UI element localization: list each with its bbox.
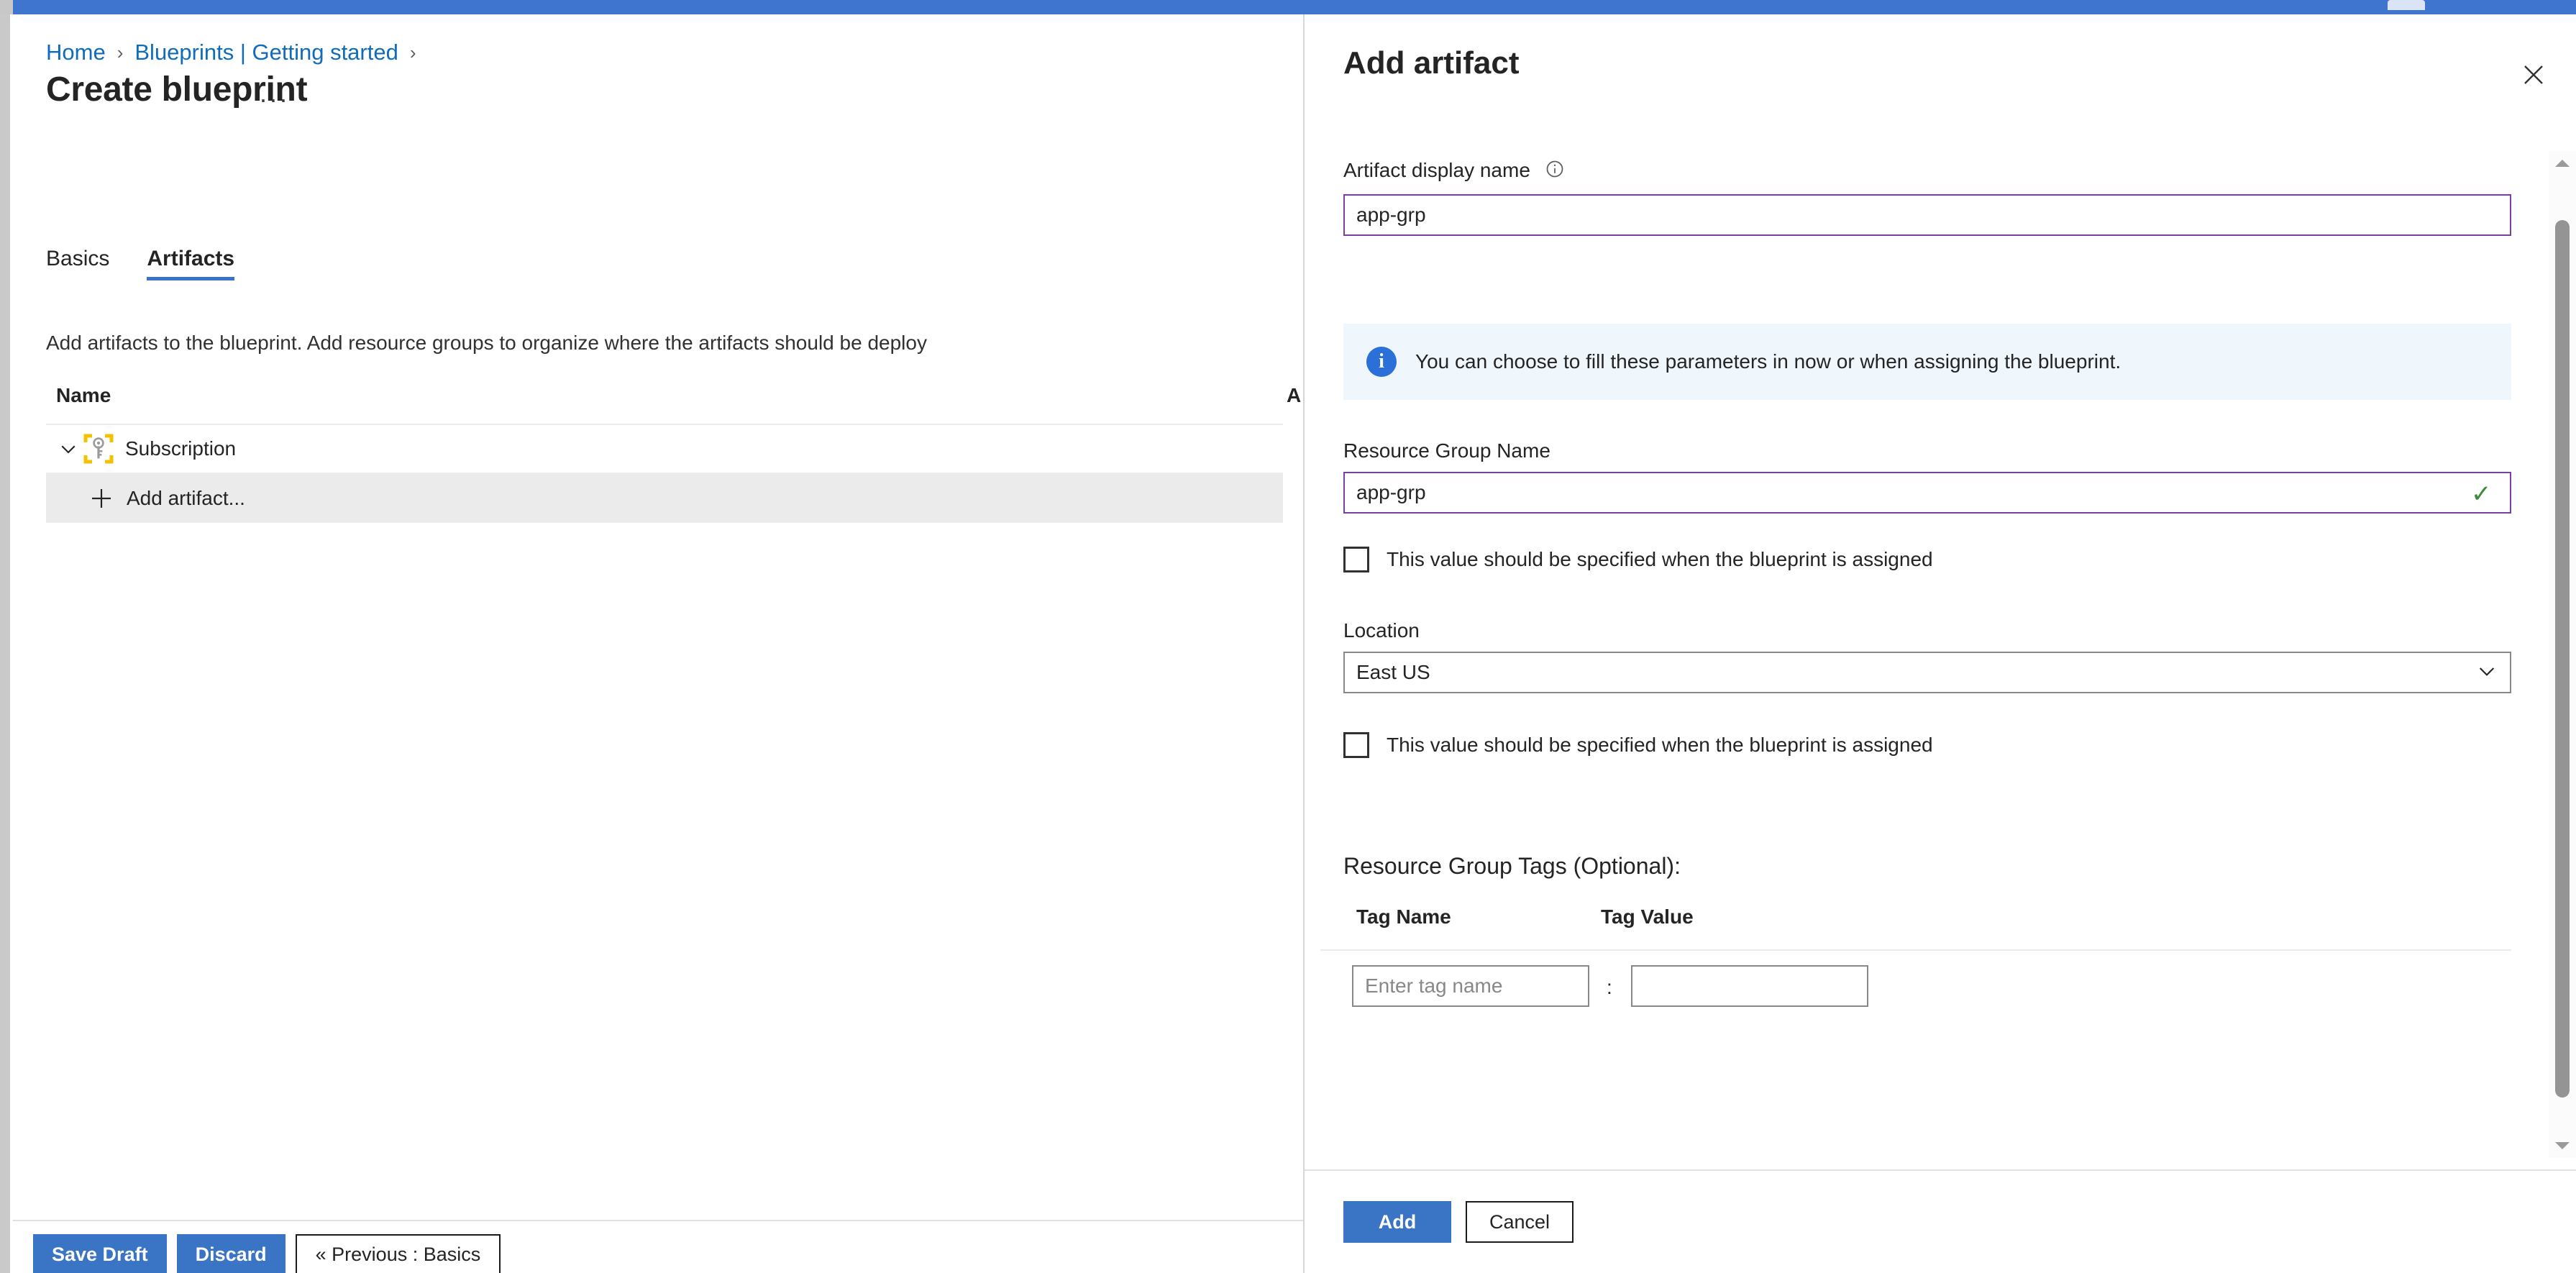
scrollbar-thumb[interactable] (2555, 220, 2570, 1098)
discard-button[interactable]: Discard (176, 1234, 286, 1273)
breadcrumb-separator-icon: › (117, 42, 124, 63)
breadcrumb: Home › Blueprints | Getting started › (46, 40, 428, 65)
tag-value-column-header: Tag Value (1601, 905, 1694, 928)
subscription-key-icon (83, 434, 114, 464)
breadcrumb-separator-icon: › (409, 42, 416, 63)
info-icon: i (1366, 347, 1397, 377)
location-selected-value: East US (1356, 661, 1430, 683)
parameters-info-banner: i You can choose to fill these parameter… (1343, 324, 2511, 400)
browser-tab[interactable] (2388, 0, 2425, 10)
main-content: Home › Blueprints | Getting started › Cr… (13, 14, 1303, 1273)
column-header-artifact-type: A (1287, 384, 1302, 406)
assign-later-checkbox-label-1: This value should be specified when the … (1387, 548, 1933, 570)
panel-title: Add artifact (1343, 45, 1520, 81)
info-banner-text: You can choose to fill these parameters … (1415, 350, 2121, 373)
table-row[interactable]: Subscription (46, 425, 1283, 474)
artifacts-description: Add artifacts to the blueprint. Add reso… (46, 332, 927, 354)
panel-footer: Add Cancel (1305, 1169, 2576, 1273)
tab-basics-label: Basics (46, 247, 110, 270)
chevron-down-icon[interactable] (56, 437, 81, 461)
tab-artifacts-label: Artifacts (147, 247, 235, 270)
breadcrumb-item-blueprints[interactable]: Blueprints | Getting started (134, 40, 398, 65)
panel-scrollbar[interactable] (2549, 151, 2576, 1158)
breadcrumb-item-home[interactable]: Home (46, 40, 106, 65)
table-row-label: Subscription (125, 437, 237, 460)
app-root: Home › Blueprints | Getting started › Cr… (0, 0, 2576, 1273)
tab-basics[interactable]: Basics (46, 246, 109, 285)
location-label: Location (1343, 619, 1420, 642)
browser-top-bar (0, 0, 2576, 14)
tag-name-column-header: Tag Name (1356, 905, 1451, 928)
tab-artifacts[interactable]: Artifacts (147, 246, 234, 285)
more-actions-button[interactable]: ··· (259, 86, 289, 112)
assign-later-checkbox-row-1[interactable]: This value should be specified when the … (1343, 547, 1933, 572)
add-artifact-row[interactable]: Add artifact... (46, 474, 1283, 523)
tag-value-input[interactable] (1631, 965, 1868, 1007)
add-artifact-label: Add artifact... (127, 487, 245, 509)
scroll-up-arrow-icon[interactable] (2549, 151, 2576, 175)
close-icon[interactable] (2515, 56, 2552, 93)
info-icon[interactable] (1545, 159, 1565, 179)
save-draft-button[interactable]: Save Draft (33, 1234, 167, 1273)
column-header-name: Name (56, 384, 111, 406)
checkbox-icon[interactable] (1343, 547, 1369, 572)
assign-later-checkbox-row-2[interactable]: This value should be specified when the … (1343, 732, 1933, 758)
tab-list: Basics Artifacts (46, 246, 272, 285)
scroll-down-arrow-icon[interactable] (2549, 1133, 2576, 1158)
tag-name-input[interactable] (1352, 965, 1589, 1007)
chevron-down-icon (2475, 660, 2498, 686)
add-artifact-panel: Add artifact Artifact display name app-g… (1303, 14, 2576, 1273)
artifacts-table: Name A Subscription Add artifact... (46, 378, 1301, 523)
resource-group-name-input[interactable] (1343, 472, 2511, 514)
tag-table-divider (1320, 949, 2511, 951)
checkbox-icon[interactable] (1343, 732, 1369, 758)
assign-later-checkbox-label-2: This value should be specified when the … (1387, 734, 1933, 756)
main-command-bar: Save Draft Discard « Previous : Basics (13, 1220, 1303, 1273)
tag-separator: : (1607, 976, 1612, 998)
artifact-display-name-label: Artifact display name (1343, 158, 1565, 183)
panel-scroll-body: Artifact display name i You can choose t… (1305, 151, 2549, 1158)
cancel-button[interactable]: Cancel (1466, 1201, 1574, 1243)
artifact-display-name-input[interactable] (1343, 194, 2511, 236)
top-left-notch (0, 0, 13, 14)
artifacts-table-header: Name A (46, 378, 1301, 425)
plus-icon (89, 486, 114, 511)
add-button[interactable]: Add (1343, 1201, 1451, 1243)
location-dropdown[interactable]: East US (1343, 652, 2511, 693)
resource-group-name-label: Resource Group Name (1343, 439, 1550, 462)
previous-basics-button[interactable]: « Previous : Basics (295, 1234, 501, 1273)
resource-group-tags-title: Resource Group Tags (Optional): (1343, 853, 1681, 879)
